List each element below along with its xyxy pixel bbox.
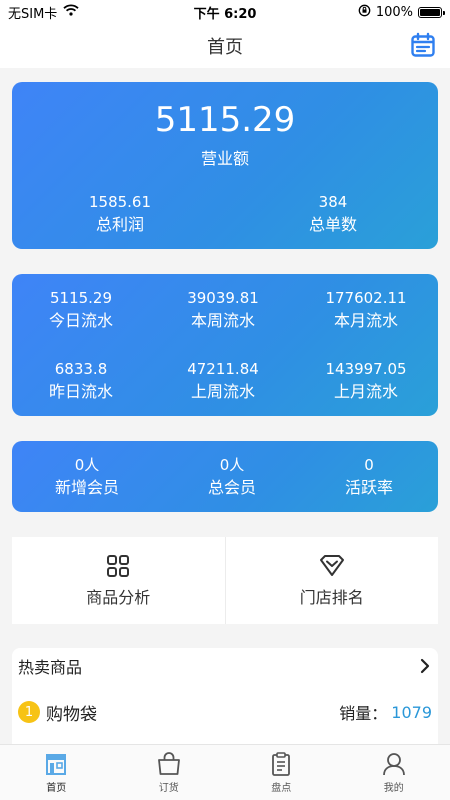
calendar-button[interactable]: [410, 32, 436, 58]
flow-label: 本月流水: [333, 311, 398, 330]
tab-mine-label: 我的: [383, 783, 404, 794]
member-value: 0: [364, 456, 374, 474]
flow-value: 143997.05: [325, 360, 407, 378]
member-card[interactable]: 0人 新增会员 0人 总会员 0 活跃率: [12, 441, 438, 512]
member-label: 总会员: [207, 478, 256, 497]
status-right: 100%: [358, 4, 445, 21]
tab-inventory[interactable]: 盘点: [225, 745, 338, 800]
shopping-bag-icon: [157, 752, 180, 775]
user-icon: [382, 753, 405, 776]
flow-stat: 39039.81 本周流水: [152, 288, 294, 332]
flow-label: 今日流水: [48, 311, 113, 330]
flow-value: 39039.81: [187, 289, 259, 307]
hot-products-header[interactable]: 热卖商品: [12, 648, 438, 684]
orders-value: 384: [318, 193, 348, 211]
status-left: 无SIM卡: [8, 3, 79, 22]
store-ranking-button[interactable]: 门店排名: [224, 537, 439, 624]
flow-card[interactable]: 5115.29 今日流水 39039.81 本周流水 177602.11 本月流…: [12, 274, 438, 416]
flow-stat: 5115.29 今日流水: [10, 288, 152, 332]
revenue-total-label: 营业额: [200, 149, 249, 168]
orders-label: 总单数: [308, 215, 357, 234]
orders-stat: 384 总单数: [262, 192, 404, 236]
hot-product-row[interactable]: 1 购物袋 销量： 1079: [12, 684, 438, 740]
flow-label: 上月流水: [333, 382, 398, 401]
member-value: 0人: [219, 456, 245, 474]
chevron-right-icon: [420, 658, 430, 674]
clipboard-icon: [272, 752, 291, 776]
store-icon: [46, 754, 67, 775]
quick-actions: 商品分析 门店排名: [12, 537, 438, 624]
rank-badge: 1: [18, 701, 40, 723]
revenue-card[interactable]: 5115.29 营业额 1585.61 总利润 384 总单数: [12, 82, 438, 249]
member-label: 活跃率: [344, 478, 393, 497]
member-stat: 0人 新增会员: [16, 455, 158, 499]
battery-icon: [418, 6, 445, 18]
member-stat: 0 活跃率: [298, 455, 440, 499]
status-bar: 无SIM卡 下午 6:20 100%: [0, 0, 450, 24]
calendar-icon: [411, 32, 435, 57]
tab-bar: 首页 订货 盘点 我的: [0, 744, 450, 800]
tab-home-label: 首页: [46, 783, 67, 794]
store-ranking-label: 门店排名: [299, 587, 364, 607]
tab-mine[interactable]: 我的: [338, 745, 450, 800]
flow-label: 本周流水: [190, 311, 255, 330]
product-analysis-button[interactable]: 商品分析: [12, 537, 225, 624]
sales-label: 销量：: [339, 704, 388, 723]
revenue-total: 5115.29: [154, 100, 296, 140]
member-stat: 0人 总会员: [161, 455, 303, 499]
nav-bar: 首页: [0, 24, 450, 68]
product-name: 购物袋: [46, 704, 97, 725]
sales-value: 1079: [391, 702, 432, 722]
flow-value: 5115.29: [49, 289, 113, 307]
hot-products-title: 热卖商品: [18, 658, 83, 677]
profit-value: 1585.61: [88, 193, 152, 211]
battery-percent: 100%: [375, 4, 413, 20]
flow-stat: 177602.11 本月流水: [295, 288, 437, 332]
tab-order-label: 订货: [158, 783, 179, 794]
flow-value: 47211.84: [187, 360, 259, 378]
flow-value: 177602.11: [325, 289, 407, 307]
wifi-icon: [63, 4, 79, 20]
tab-order[interactable]: 订货: [113, 745, 226, 800]
flow-stat: 47211.84 上周流水: [152, 359, 294, 403]
tab-home[interactable]: 首页: [0, 745, 113, 800]
profit-stat: 1585.61 总利润: [49, 192, 191, 236]
page-title: 首页: [207, 37, 243, 58]
tab-inventory-label: 盘点: [271, 783, 292, 794]
product-analysis-label: 商品分析: [86, 587, 151, 607]
orientation-lock-icon: [358, 4, 371, 21]
flow-stat: 143997.05 上月流水: [295, 359, 437, 403]
flow-value: 6833.8: [54, 360, 108, 378]
profit-label: 总利润: [95, 215, 144, 234]
flow-stat: 6833.8 昨日流水: [10, 359, 152, 403]
member-label: 新增会员: [54, 478, 119, 497]
carrier-label: 无SIM卡: [8, 6, 58, 22]
member-value: 0人: [74, 456, 100, 474]
flow-label: 昨日流水: [48, 382, 113, 401]
hot-products-section: 热卖商品 1 购物袋 销量： 1079: [12, 648, 438, 748]
grid-icon: [107, 554, 130, 577]
diamond-icon: [319, 554, 344, 576]
flow-label: 上周流水: [190, 382, 255, 401]
